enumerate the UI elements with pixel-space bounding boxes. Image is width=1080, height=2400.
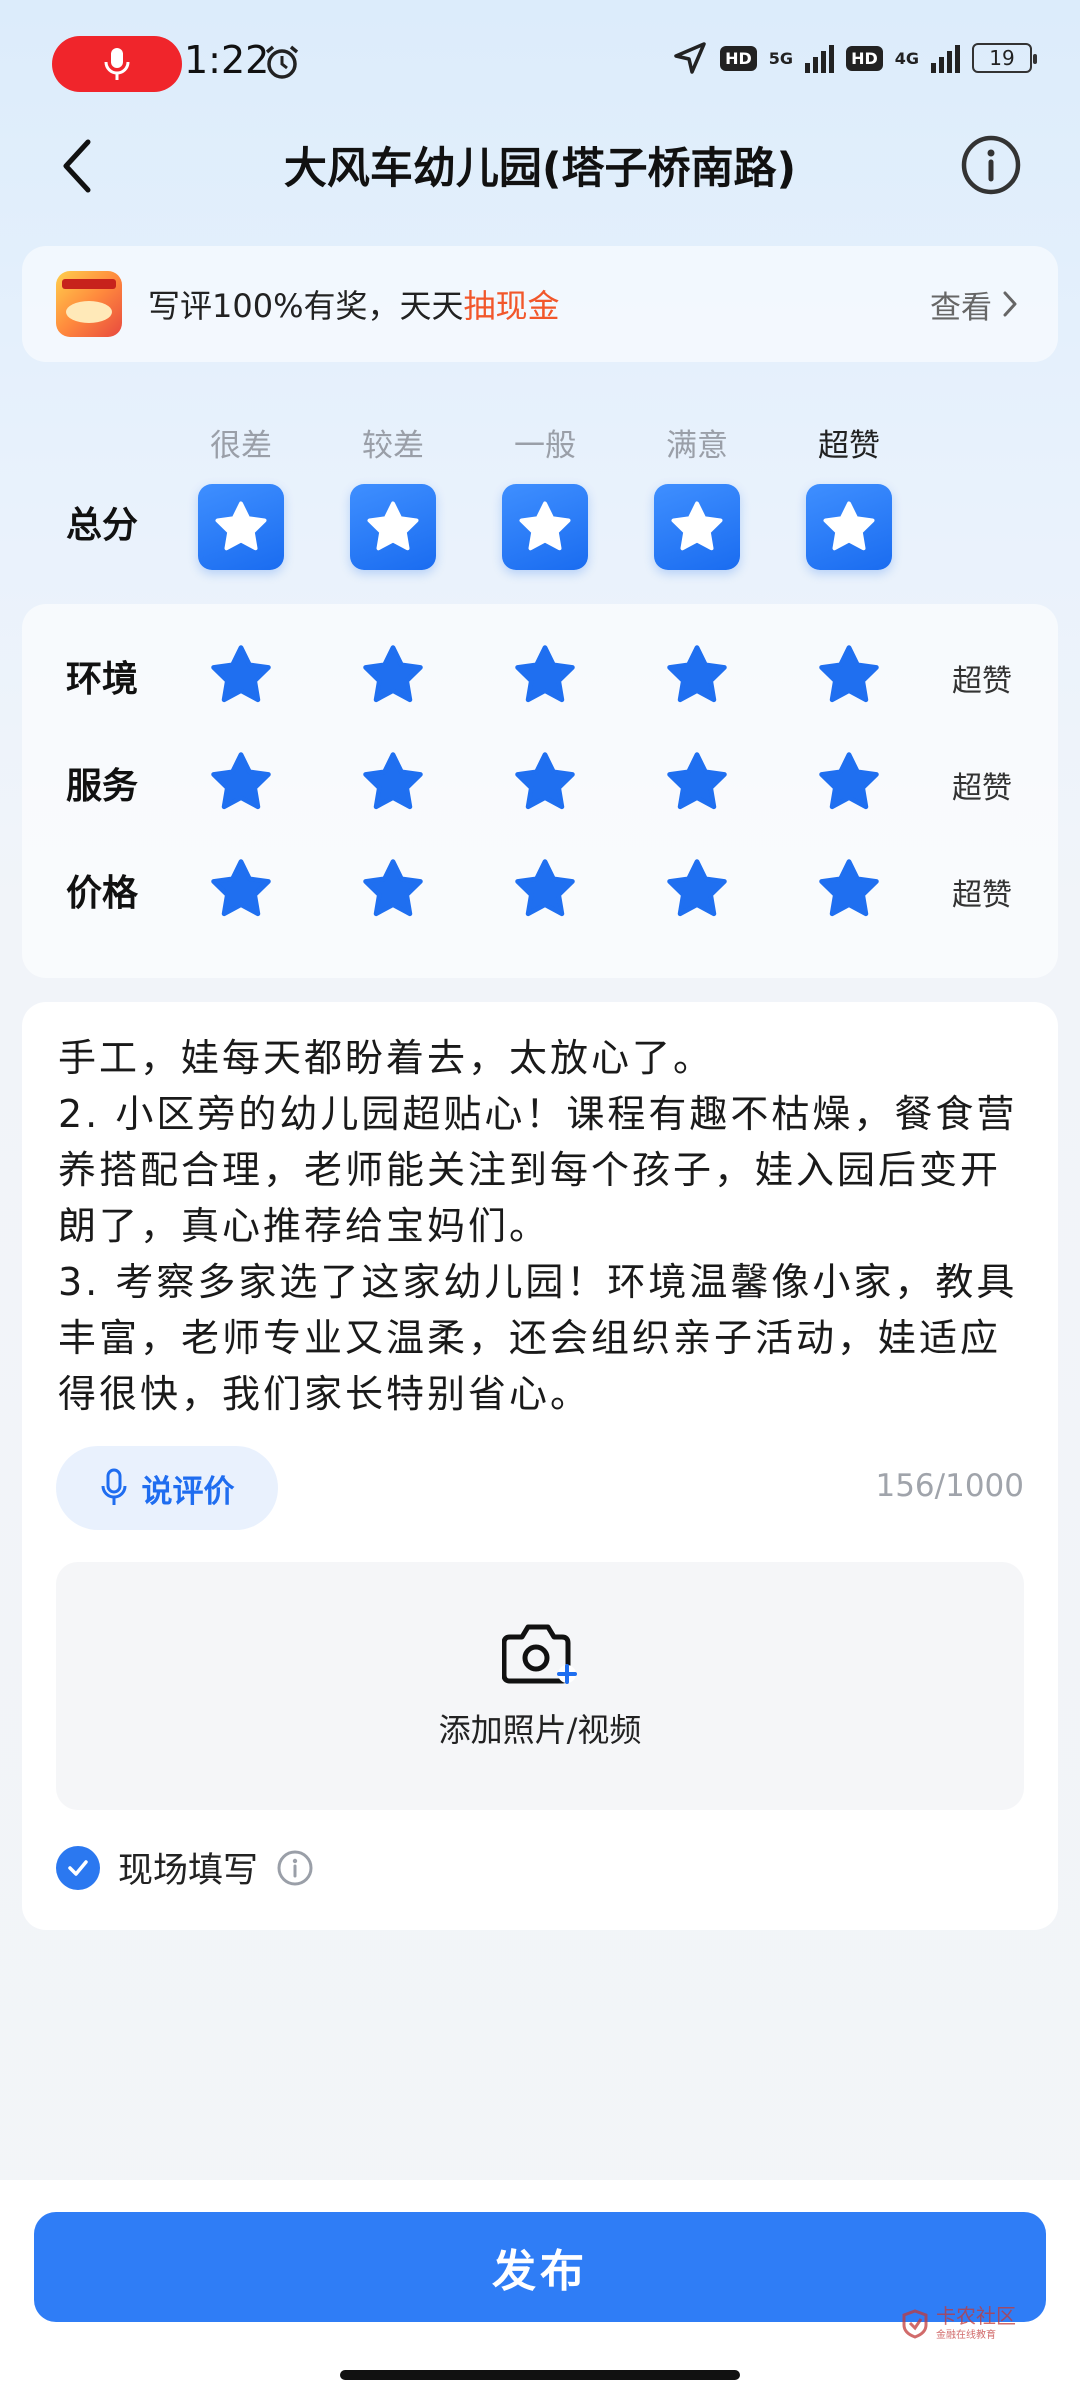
promo-banner[interactable]: 写评100%有奖，天天抽现金 查看 — [22, 246, 1058, 362]
star-icon[interactable] — [510, 640, 580, 710]
overall-star-2[interactable] — [350, 484, 436, 570]
star-icon[interactable] — [358, 747, 428, 817]
alarm-icon — [265, 45, 299, 79]
hd-badge: HD — [720, 45, 757, 71]
star-icon[interactable] — [814, 747, 884, 817]
level-label: 一般 — [514, 428, 576, 464]
hd-badge: HD — [846, 45, 883, 71]
star-icon[interactable] — [662, 854, 732, 924]
status-indicators: HD 5G HD 4G 19 — [672, 40, 1037, 76]
star-icon[interactable] — [814, 640, 884, 710]
location-icon — [674, 42, 706, 74]
checkmark-icon — [68, 1859, 88, 1876]
detail-ratings: 环境 超赞 服务 超赞 价格 超赞 — [22, 604, 1058, 978]
star-icon — [215, 501, 267, 551]
info-button[interactable] — [960, 134, 1022, 196]
star-icon — [367, 501, 419, 551]
star-icon[interactable] — [814, 854, 884, 924]
checkbox-checked-icon[interactable] — [56, 1845, 100, 1890]
onsite-label: 现场填写 — [118, 1851, 259, 1891]
voice-review-label: 说评价 — [141, 1473, 235, 1510]
star-icon[interactable] — [206, 854, 276, 924]
level-label: 较差 — [362, 428, 424, 464]
status-bar: 1:22 HD 5G HD 4G 19 — [0, 0, 1080, 128]
star-icon[interactable] — [358, 854, 428, 924]
publish-button[interactable]: 发布 — [34, 2212, 1046, 2322]
status-time: 1:22 — [184, 38, 270, 82]
bottom-action-bar: 发布 卡农社区 金融在线教育 — [0, 2180, 1080, 2400]
star-icon[interactable] — [510, 747, 580, 817]
star-icon[interactable] — [206, 747, 276, 817]
chevron-left-icon — [63, 139, 91, 193]
add-media-label: 添加照片/视频 — [438, 1711, 642, 1749]
page-title: 大风车幼儿园(塔子桥南路) — [283, 144, 797, 194]
level-label: 超赞 — [818, 428, 880, 464]
review-line: 手工，娃每天都盼着去，太放心了。 — [58, 1036, 715, 1080]
watermark-logo-icon — [902, 2308, 928, 2339]
back-button[interactable] — [56, 128, 116, 204]
review-editor: 手工，娃每天都盼着去，太放心了。 2. 小区旁的幼儿园超贴心！课程有趣不枯燥，餐… — [22, 1002, 1058, 1930]
microphone-icon — [104, 48, 130, 80]
overall-star-3[interactable] — [502, 484, 588, 570]
rating-row-service: 服务 超赞 — [22, 741, 1058, 821]
microphone-icon — [101, 1468, 126, 1505]
overall-star-5[interactable] — [806, 484, 892, 570]
level-label: 满意 — [666, 428, 728, 464]
network-type: 5G — [768, 48, 794, 68]
add-media-button[interactable]: 添加照片/视频 — [56, 1562, 1024, 1810]
star-icon — [823, 501, 875, 551]
overall-star-1[interactable] — [198, 484, 284, 570]
voice-review-button[interactable]: 说评价 — [56, 1446, 278, 1530]
camera-add-icon — [502, 1624, 577, 1684]
level-label: 很差 — [210, 428, 272, 464]
star-icon — [519, 501, 571, 551]
watermark-subtext: 金融在线教育 — [936, 2330, 996, 2341]
rating-row-environment: 环境 超赞 — [22, 634, 1058, 714]
rating-row-price: 价格 超赞 — [22, 848, 1058, 928]
header: 大风车幼儿园(塔子桥南路) — [0, 120, 1080, 212]
promo-text: 写评100%有奖，天天抽现金 — [148, 287, 560, 325]
battery-icon: 19 — [972, 43, 1037, 73]
onsite-checkbox[interactable]: 现场填写 — [56, 1842, 314, 1893]
star-icon[interactable] — [510, 854, 580, 924]
overall-label: 总分 — [66, 505, 139, 546]
review-textarea[interactable]: 手工，娃每天都盼着去，太放心了。 2. 小区旁的幼儿园超贴心！课程有趣不枯燥，餐… — [58, 1030, 1038, 1422]
rating-row-label: 环境 — [66, 659, 139, 700]
rating-row-value: 超赞 — [952, 878, 1012, 913]
star-icon[interactable] — [662, 640, 732, 710]
recording-indicator[interactable] — [52, 36, 182, 92]
overall-rating: 很差 较差 一般 满意 超赞 总分 — [0, 410, 1080, 590]
signal-icon — [805, 43, 835, 73]
review-line: 2. 小区旁的幼儿园超贴心！课程有趣不枯燥，餐食营养搭配合理，老师能关注到每个孩… — [58, 1092, 1018, 1248]
character-counter: 156/1000 — [875, 1468, 1024, 1504]
watermark-text: 卡农社区 — [936, 2304, 1016, 2328]
star-icon[interactable] — [662, 747, 732, 817]
info-icon — [961, 135, 1021, 195]
review-line: 3. 考察多家选了这家幼儿园！环境温馨像小家，教具丰富，老师专业又温柔，还会组织… — [58, 1260, 1018, 1416]
info-icon[interactable] — [276, 1849, 314, 1887]
rating-row-value: 超赞 — [952, 771, 1012, 806]
rating-row-label: 价格 — [66, 873, 139, 914]
rating-row-label: 服务 — [66, 766, 139, 807]
rating-level-labels: 很差 较差 一般 满意 超赞 — [0, 410, 1080, 464]
star-icon — [671, 501, 723, 551]
overall-star-4[interactable] — [654, 484, 740, 570]
network-type: 4G — [894, 48, 919, 68]
signal-icon — [931, 43, 960, 73]
chevron-right-icon — [1003, 291, 1017, 317]
star-icon[interactable] — [358, 640, 428, 710]
promo-highlight: 抽现金 — [463, 287, 560, 325]
home-indicator[interactable] — [340, 2370, 740, 2380]
watermark: 卡农社区 金融在线教育 — [900, 2306, 1016, 2341]
rating-row-value: 超赞 — [952, 664, 1012, 699]
promo-view-link[interactable]: 查看 — [930, 282, 1018, 327]
promo-thumbnail — [56, 271, 122, 337]
star-icon[interactable] — [206, 640, 276, 710]
